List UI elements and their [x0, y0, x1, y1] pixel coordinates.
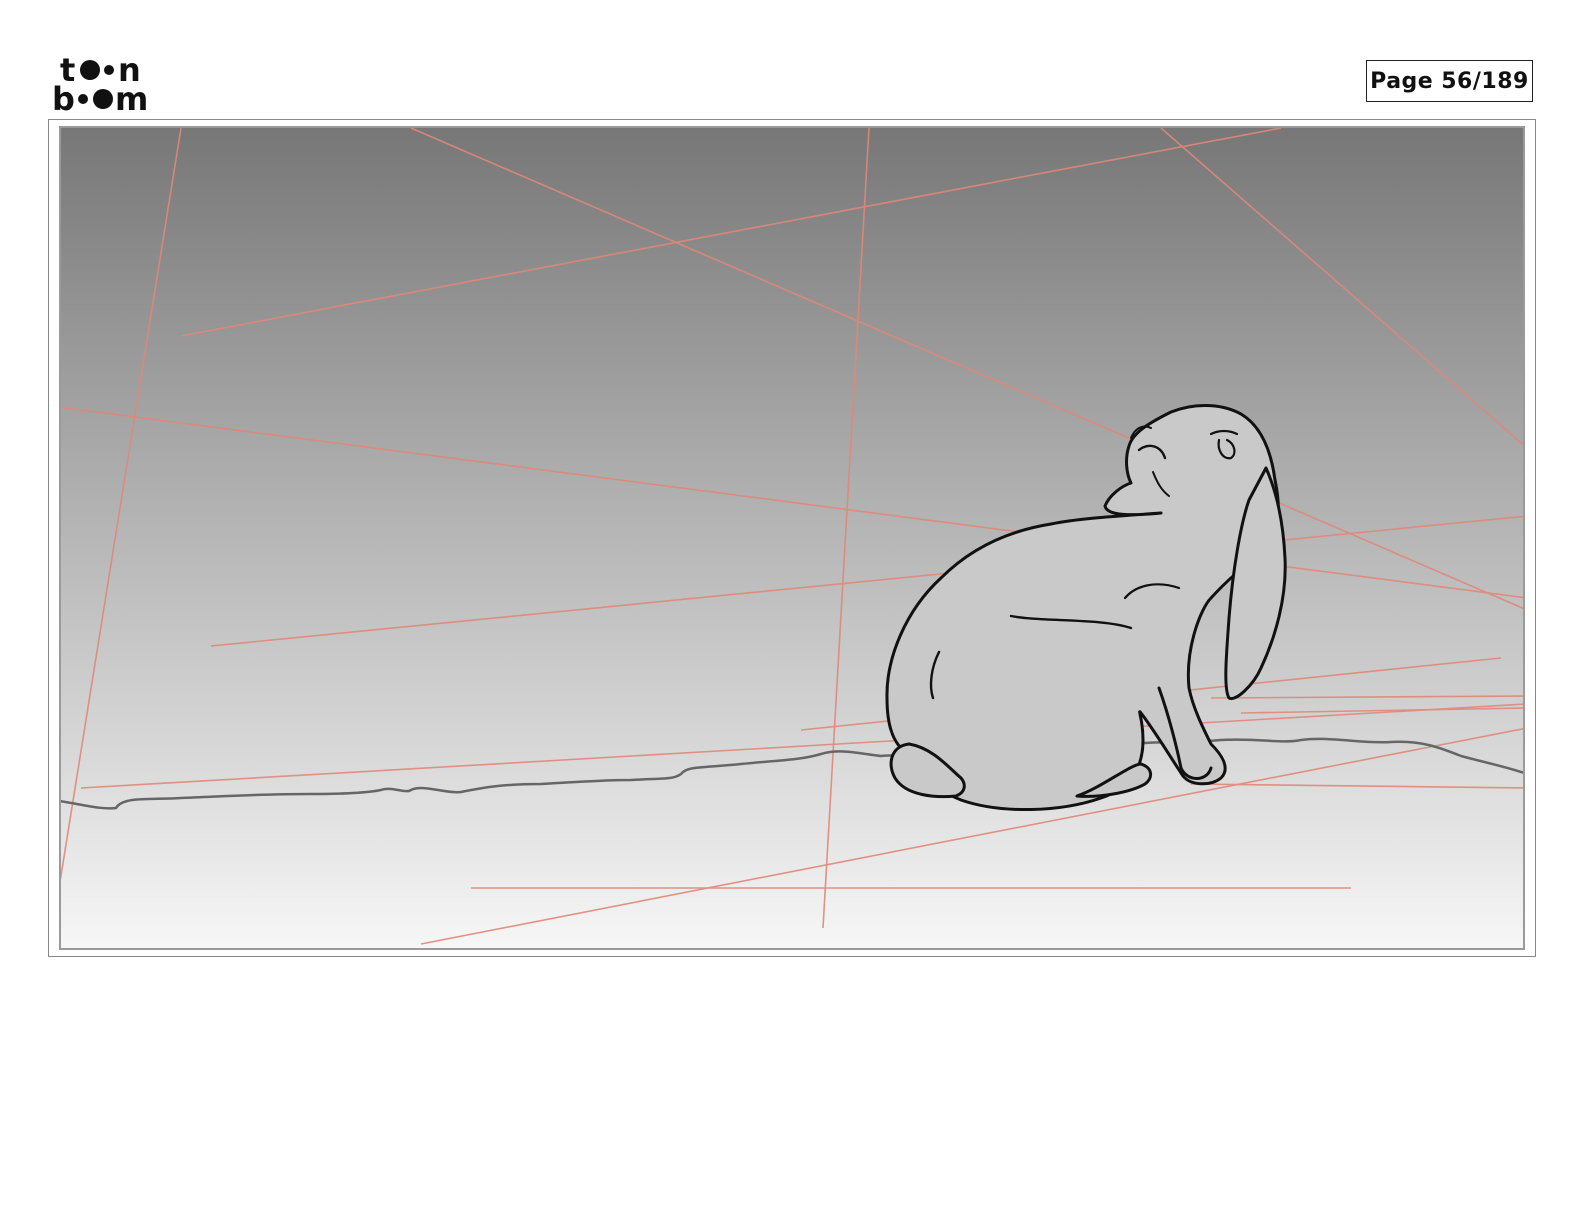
svg-text:m: m: [115, 80, 148, 112]
storyboard-panel: [59, 126, 1525, 950]
page-label: Page: [1370, 68, 1434, 94]
page-number: 56/189: [1441, 68, 1529, 94]
page-indicator: Page 56/189: [1366, 60, 1533, 102]
toonboom-logo: t n b m: [52, 52, 164, 112]
panel-drawing: [61, 128, 1523, 948]
sky-background: [61, 128, 1523, 948]
svg-text:b: b: [52, 80, 75, 112]
